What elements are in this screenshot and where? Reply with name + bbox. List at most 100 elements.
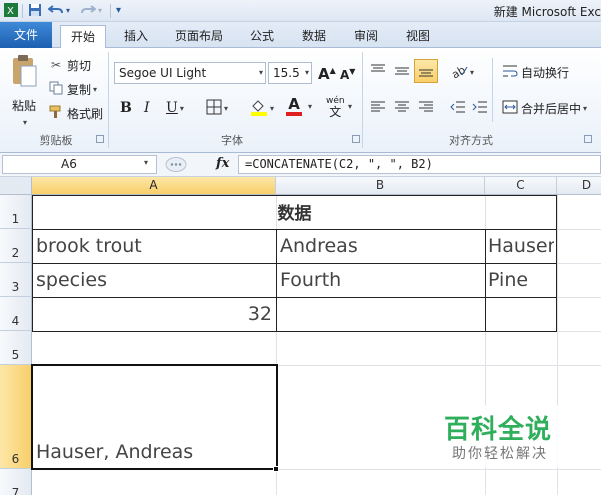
tab-insert[interactable]: 插入 [118,25,154,48]
cell-c2[interactable]: Hauser [488,235,554,257]
undo-dropdown-icon[interactable]: ▾ [66,3,70,19]
align-middle-button[interactable] [394,62,410,82]
orientation-button[interactable]: ab ▾ [449,62,475,82]
grow-font-button[interactable]: A ▲ [318,64,336,84]
decrease-indent-icon [450,99,466,118]
font-name-combo[interactable]: Segoe UI Light ▾ [114,62,266,84]
cell-b2[interactable]: Andreas [280,235,480,257]
align-right-button[interactable] [418,98,434,118]
align-bottom-button[interactable] [414,59,438,83]
column-header-d[interactable]: D [557,177,601,195]
save-icon[interactable] [28,3,42,19]
font-color-dropdown-icon[interactable]: ▾ [308,102,312,111]
tab-file[interactable]: 文件 [0,22,52,48]
redo-icon[interactable] [80,3,97,19]
separator [22,4,23,18]
select-all-corner[interactable] [0,177,32,195]
tab-review[interactable]: 审阅 [348,25,384,48]
row-header-4[interactable]: 4 [0,297,32,331]
cell-a3[interactable]: species [36,269,272,291]
chevron-down-icon: ▾ [270,103,275,113]
increase-indent-icon [472,99,488,118]
underline-button[interactable]: U ▾ [166,98,184,118]
copy-button[interactable]: 复制 ▾ [48,80,97,98]
orientation-icon: ab [449,63,468,82]
row-header-2[interactable]: 2 [0,229,32,263]
align-left-icon [370,99,386,118]
cell-a1[interactable]: 数据 [32,199,557,224]
increase-indent-button[interactable] [472,98,488,118]
merge-center-button[interactable]: 合并后居中 ▾ [502,98,587,118]
phonetic-button[interactable]: wén 文 [326,96,345,118]
formula-input[interactable]: =CONCATENATE(C2, ", ", B2) [238,155,601,174]
svg-text:X: X [7,6,14,17]
shrink-font-button[interactable]: A ▼ [340,66,355,84]
cut-button[interactable]: ✂ 剪切 [48,56,91,74]
font-color-icon: A [288,95,300,113]
fill-handle[interactable] [273,466,279,472]
column-header-a[interactable]: A [32,177,276,195]
name-box[interactable]: A6 [2,155,157,174]
insert-function-icon[interactable]: fx [216,156,229,171]
chevron-down-icon: ▾ [258,68,263,77]
align-left-button[interactable] [370,98,386,118]
chevron-down-icon: ▾ [470,67,475,77]
borders-icon [206,99,222,118]
fill-color-button[interactable]: ▾ [250,98,274,118]
cell-a2[interactable]: brook trout [36,235,272,257]
font-launcher-icon[interactable] [352,135,360,143]
paste-label: 粘贴 [11,99,36,113]
italic-button[interactable]: I [144,98,158,118]
bold-button[interactable]: B [120,98,134,118]
paste-button[interactable]: 粘贴 ▾ [8,54,40,127]
watermark: 百科全说 助你轻松解决 [432,405,576,467]
align-top-button[interactable] [370,62,386,82]
font-name-value: Segoe UI Light [119,66,207,80]
font-group-label: 字体 [221,134,243,147]
paste-dropdown-icon: ▾ [22,118,27,127]
merge-center-icon [502,99,518,118]
group-separator [108,52,109,148]
tab-page-layout[interactable]: 页面布局 [168,25,230,48]
redo-dropdown-icon[interactable]: ▾ [98,3,102,19]
column-header-c[interactable]: C [485,177,557,195]
cell-a4[interactable]: 32 [36,303,272,325]
ribbon: 粘贴 ▾ ✂ 剪切 复制 ▾ 格式刷 剪贴板 Segoe UI Light ▾ … [0,48,601,153]
wrap-text-button[interactable]: 自动换行 [502,62,569,82]
row-header-1[interactable]: 1 [0,195,32,229]
decrease-indent-button[interactable] [450,98,466,118]
borders-button[interactable]: ▾ [206,98,228,118]
column-header-b[interactable]: B [276,177,485,195]
group-separator [362,52,363,148]
tab-formulas[interactable]: 公式 [244,25,280,48]
font-size-combo[interactable]: 15.5 ▾ [268,62,312,84]
align-center-button[interactable] [394,98,410,118]
row-header-3[interactable]: 3 [0,263,32,297]
copy-label: 复制 [67,82,92,97]
paintbrush-icon [48,105,64,122]
fill-bucket-icon [250,98,268,119]
name-box-dropdown-icon[interactable]: ▾ [144,158,148,167]
row-header-5[interactable]: 5 [0,331,32,365]
tab-view[interactable]: 视图 [400,25,436,48]
phonetic-dropdown-icon[interactable]: ▾ [348,102,352,111]
alignment-launcher-icon[interactable] [584,135,592,143]
customize-icon[interactable]: ▾ [116,3,121,19]
undo-icon[interactable] [47,3,64,19]
cell-c3[interactable]: Pine [488,269,554,291]
font-color-button[interactable]: A [286,96,302,118]
tab-home[interactable]: 开始 [60,25,106,48]
active-cell-selection [31,364,278,470]
wrap-text-label: 自动换行 [521,65,570,80]
alignment-group-label: 对齐方式 [449,134,493,147]
chevron-down-icon: ▾ [224,103,229,113]
chevron-down-icon: ▾ [583,103,588,113]
clipboard-launcher-icon[interactable] [96,135,104,143]
row-header-7[interactable]: 7 [0,469,32,495]
align-middle-icon [394,63,410,82]
format-painter-button[interactable]: 格式刷 [48,104,103,122]
tab-data[interactable]: 数据 [296,25,332,48]
cell-b3[interactable]: Fourth [280,269,480,291]
wrap-text-icon [502,63,518,82]
row-header-6[interactable]: 6 [0,365,32,469]
